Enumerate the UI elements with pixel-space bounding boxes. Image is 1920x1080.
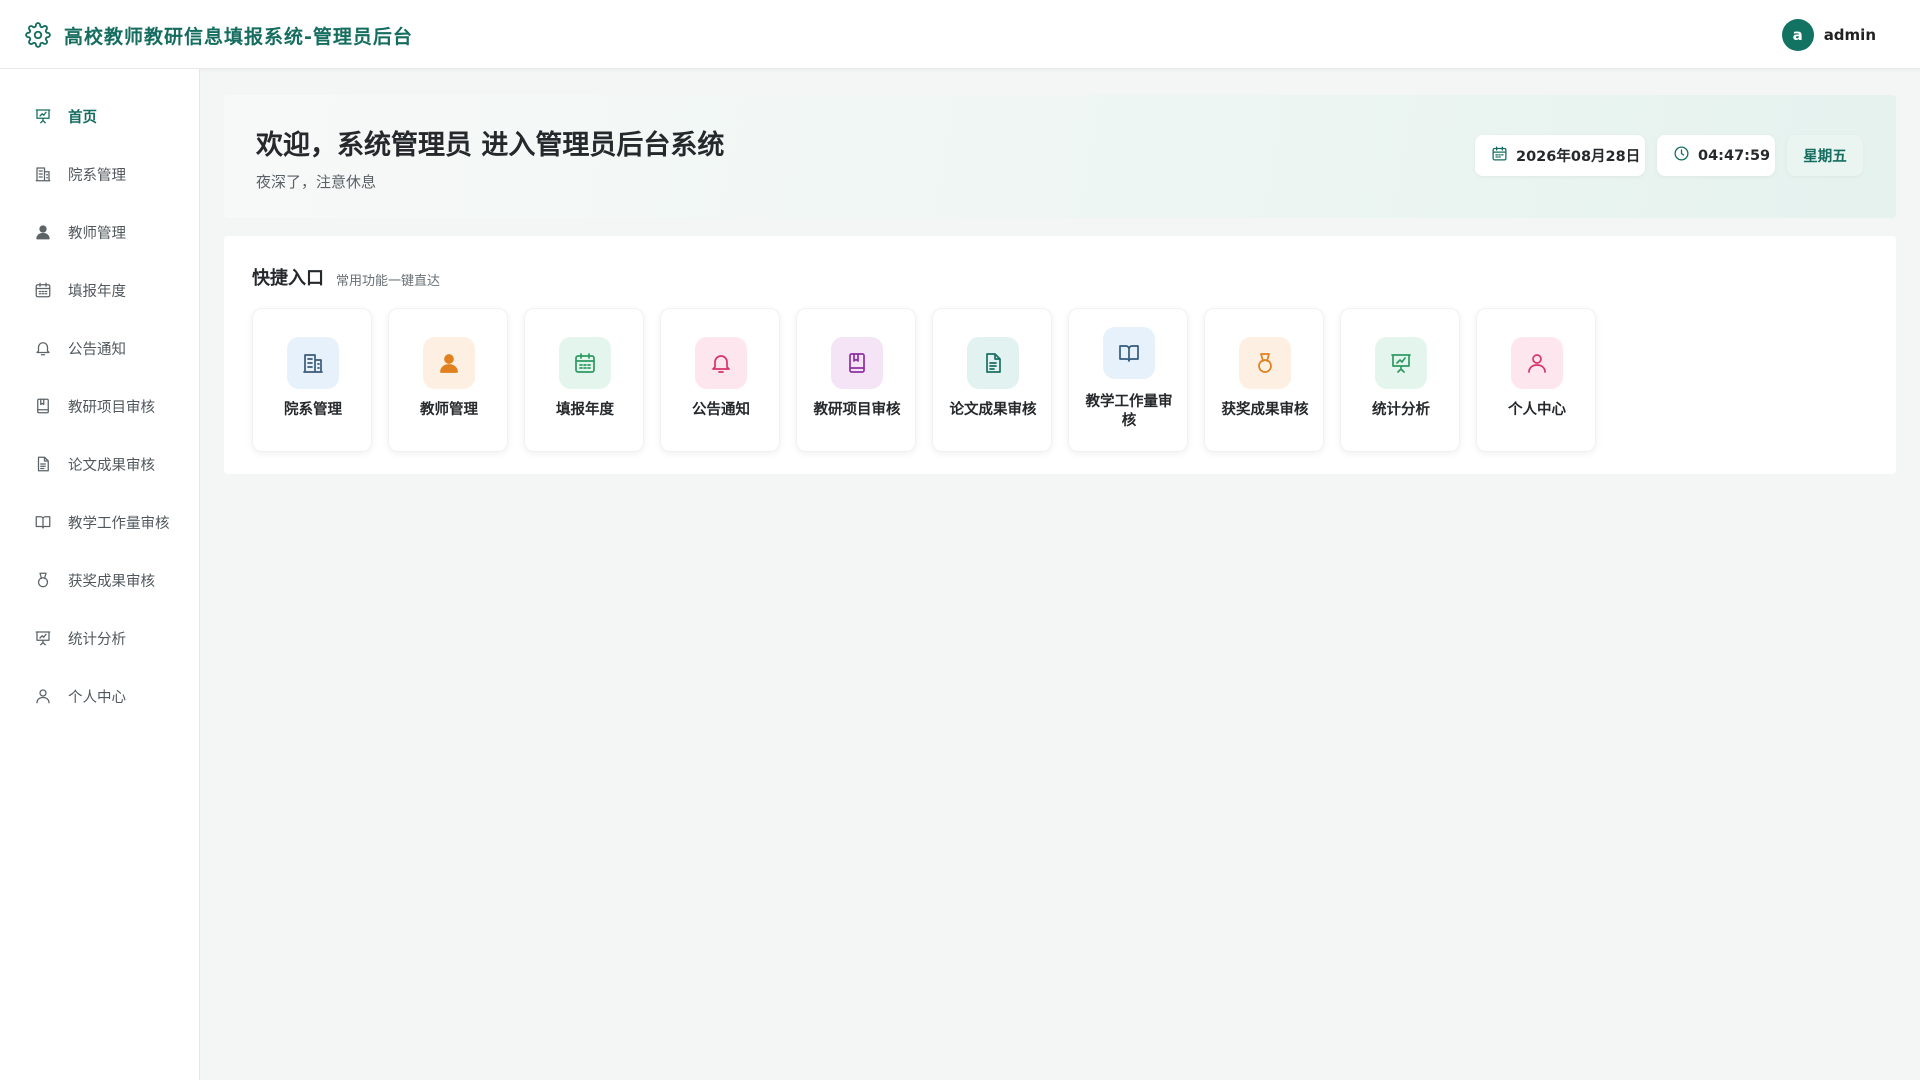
presentation-chart-icon (34, 107, 52, 125)
time-badge: 04:47:59 (1657, 135, 1775, 176)
open-book-icon (1103, 327, 1155, 379)
user-menu[interactable]: a admin (1781, 19, 1876, 51)
medal-icon (34, 571, 52, 589)
sidebar-item-label: 论文成果审核 (68, 457, 155, 474)
quick-access-subtitle: 常用功能一键直达 (336, 274, 441, 289)
bookmark-book-icon (34, 397, 52, 415)
sidebar-item[interactable]: 院系管理 (0, 152, 199, 196)
quick-access-card[interactable]: 论文成果审核 (932, 308, 1052, 452)
top-header: 高校教师教研信息填报系统-管理员后台 a admin (0, 0, 1920, 69)
quick-access-card-label: 统计分析 (1372, 402, 1430, 418)
quick-access-card[interactable]: 教学工作量审核 (1068, 308, 1188, 452)
sidebar-item[interactable]: 个人中心 (0, 674, 199, 718)
sidebar-item[interactable]: 论文成果审核 (0, 442, 199, 486)
clock-icon (1673, 145, 1698, 166)
date-text: 2026年08月28日 (1516, 149, 1641, 165)
app-title: 高校教师教研信息填报系统-管理员后台 (64, 26, 413, 48)
sidebar-item[interactable]: 教研项目审核 (0, 384, 199, 428)
sidebar-item[interactable]: 获奖成果审核 (0, 558, 199, 602)
user-outline-icon (34, 687, 52, 705)
sidebar-item-label: 教师管理 (68, 225, 126, 242)
bell-icon (695, 337, 747, 389)
presentation-chart-icon (1375, 337, 1427, 389)
quick-access-card[interactable]: 个人中心 (1476, 308, 1596, 452)
quick-access-card[interactable]: 院系管理 (252, 308, 372, 452)
quick-access-card[interactable]: 教研项目审核 (796, 308, 916, 452)
sidebar: 首页院系管理教师管理填报年度公告通知教研项目审核 论文成果审核 教学工作量审核 获奖成… (0, 69, 200, 1080)
sidebar-item-label: 教研项目审核 (68, 399, 155, 416)
sidebar-item[interactable]: 统计分析 (0, 616, 199, 660)
avatar[interactable]: a (1781, 19, 1814, 51)
user-outline-icon (1511, 337, 1563, 389)
quick-access-card-label: 论文成果审核 (949, 402, 1037, 418)
sidebar-item-label: 填报年度 (68, 283, 126, 300)
quick-access-panel: 快捷入口 常用功能一键直达 院系管理 教师管理 填报年度 公告通知 教研项目审核 论文成果… (224, 236, 1896, 474)
quick-access-card[interactable]: 教师管理 (388, 308, 508, 452)
quick-access-card-label: 教师管理 (420, 402, 478, 418)
bell-icon (34, 339, 52, 357)
sidebar-item-label: 教学工作量审核 (68, 515, 170, 532)
sidebar-item-label: 首页 (68, 109, 97, 126)
welcome-title: 欢迎，系统管理员 进入管理员后台系统 (256, 130, 725, 161)
sidebar-item[interactable]: 公告通知 (0, 326, 199, 370)
sidebar-item-label: 公告通知 (68, 341, 126, 358)
time-text: 04:47:59 (1698, 147, 1771, 164)
quick-access-card-label: 公告通知 (692, 402, 750, 418)
gear-icon (25, 22, 51, 48)
sidebar-item[interactable]: 首页 (0, 94, 199, 138)
username[interactable]: admin (1824, 26, 1876, 44)
quick-access-card[interactable]: 公告通知 (660, 308, 780, 452)
quick-access-card-label: 获奖成果审核 (1221, 402, 1309, 418)
user-solid-icon (423, 337, 475, 389)
sidebar-item-label: 获奖成果审核 (68, 573, 155, 590)
user-solid-icon (34, 223, 52, 241)
quick-access-card-label: 院系管理 (284, 402, 342, 418)
quick-access-card[interactable]: 统计分析 (1340, 308, 1460, 452)
calendar-icon (34, 281, 52, 299)
sidebar-item-label: 院系管理 (68, 167, 126, 184)
open-book-icon (34, 513, 52, 531)
quick-access-card[interactable]: 填报年度 (524, 308, 644, 452)
calendar-icon (1491, 145, 1516, 166)
quick-access-card-label: 教学工作量审核 (1085, 394, 1173, 429)
weekday-badge: 星期五 (1787, 135, 1863, 176)
document-icon (967, 337, 1019, 389)
quick-access-card-label: 个人中心 (1508, 402, 1566, 418)
quick-access-card-label: 教研项目审核 (813, 402, 901, 418)
document-icon (34, 455, 52, 473)
bookmark-book-icon (831, 337, 883, 389)
welcome-subtitle: 夜深了，注意休息 (256, 173, 377, 191)
building-icon (34, 165, 52, 183)
date-badge: 2026年08月28日 (1475, 135, 1645, 176)
sidebar-item[interactable]: 填报年度 (0, 268, 199, 312)
sidebar-item[interactable]: 教师管理 (0, 210, 199, 254)
quick-access-title: 快捷入口 (252, 268, 324, 289)
welcome-banner: 欢迎，系统管理员 进入管理员后台系统 夜深了，注意休息 2026年08月28日 … (224, 95, 1896, 218)
sidebar-item[interactable]: 教学工作量审核 (0, 500, 199, 544)
sidebar-item-label: 个人中心 (68, 689, 126, 706)
medal-icon (1239, 337, 1291, 389)
quick-access-card-label: 填报年度 (556, 402, 614, 418)
quick-access-card[interactable]: 获奖成果审核 (1204, 308, 1324, 452)
building-icon (287, 337, 339, 389)
presentation-chart-icon (34, 629, 52, 647)
sidebar-item-label: 统计分析 (68, 631, 126, 648)
calendar-icon (559, 337, 611, 389)
